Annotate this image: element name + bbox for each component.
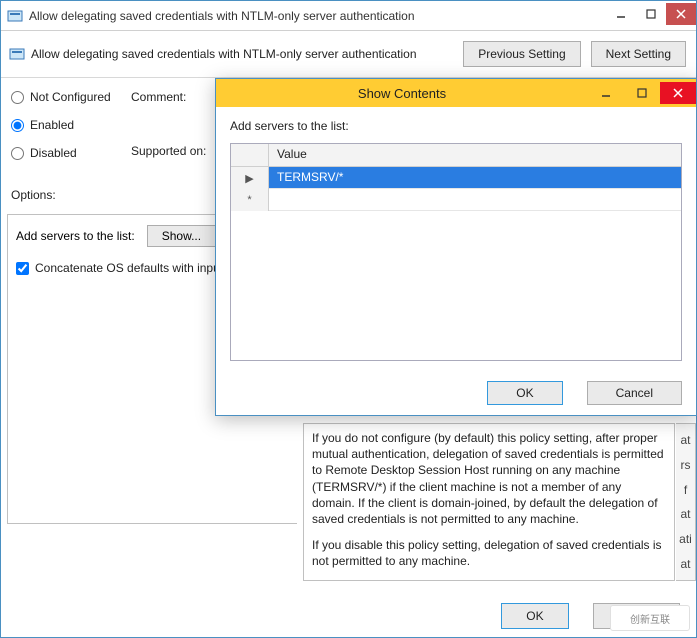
modal-cancel-button[interactable]: Cancel	[587, 381, 682, 405]
header-row: Allow delegating saved credentials with …	[1, 31, 696, 73]
clipped-text-strip: at rs f at ati at	[676, 423, 696, 581]
dialog-button-row: OK Cancel	[491, 603, 680, 629]
previous-setting-button[interactable]: Previous Setting	[463, 41, 580, 67]
modal-titlebar: Show Contents	[216, 79, 696, 107]
supported-on-label: Supported on:	[131, 144, 206, 158]
cancel-button[interactable]: Cancel	[593, 603, 680, 629]
modal-instruction: Add servers to the list:	[230, 119, 682, 133]
grid-header-row: Value	[231, 144, 681, 167]
radio-disabled[interactable]: Disabled	[11, 146, 131, 160]
policy-icon	[9, 46, 25, 62]
radio-not-configured-label: Not Configured	[30, 90, 111, 104]
main-titlebar: Allow delegating saved credentials with …	[1, 1, 696, 31]
row-marker-icon: ▶	[231, 167, 269, 189]
server-list-grid[interactable]: Value ▶ TERMSRV/* *	[230, 143, 682, 361]
maximize-button[interactable]	[636, 3, 666, 25]
radio-enabled[interactable]: Enabled	[11, 118, 131, 132]
radio-not-configured-input[interactable]	[11, 91, 24, 104]
modal-maximize-button[interactable]	[624, 82, 660, 104]
grid-cell-value[interactable]: TERMSRV/*	[269, 167, 681, 188]
modal-close-button[interactable]	[660, 82, 696, 104]
grid-cell-value[interactable]	[269, 189, 681, 210]
help-text-panel: If you do not configure (by default) thi…	[303, 423, 675, 581]
column-header-value: Value	[269, 144, 681, 166]
show-contents-dialog: Show Contents Add servers to the list: V…	[215, 78, 697, 416]
grid-empty-area	[231, 211, 681, 360]
policy-description: Allow delegating saved credentials with …	[31, 47, 453, 61]
modal-button-row: OK Cancel	[477, 381, 682, 405]
meta-labels: Comment: Supported on:	[131, 86, 206, 160]
next-setting-button[interactable]: Next Setting	[591, 41, 686, 67]
grid-row[interactable]: *	[231, 189, 681, 211]
radio-enabled-input[interactable]	[11, 119, 24, 132]
help-paragraph-1: If you do not configure (by default) thi…	[312, 430, 666, 527]
concat-defaults-label: Concatenate OS defaults with input	[35, 261, 223, 275]
comment-label: Comment:	[131, 90, 206, 104]
policy-icon	[7, 8, 23, 24]
close-button[interactable]	[666, 3, 696, 25]
modal-ok-button[interactable]: OK	[487, 381, 562, 405]
modal-minimize-button[interactable]	[588, 82, 624, 104]
ok-button[interactable]: OK	[501, 603, 568, 629]
concat-defaults-checkbox[interactable]	[16, 262, 29, 275]
row-marker-icon: *	[231, 189, 269, 211]
radio-enabled-label: Enabled	[30, 118, 74, 132]
radio-disabled-input[interactable]	[11, 147, 24, 160]
radio-disabled-label: Disabled	[30, 146, 77, 160]
minimize-button[interactable]	[606, 3, 636, 25]
help-paragraph-2: If you disable this policy setting, dele…	[312, 537, 666, 569]
grid-gutter-header	[231, 144, 269, 166]
modal-title: Show Contents	[216, 86, 588, 101]
state-radio-group: Not Configured Enabled Disabled	[11, 86, 131, 160]
show-button[interactable]: Show...	[147, 225, 216, 247]
grid-row[interactable]: ▶ TERMSRV/*	[231, 167, 681, 189]
window-title: Allow delegating saved credentials with …	[29, 9, 606, 23]
add-servers-label: Add servers to the list:	[16, 229, 135, 243]
radio-not-configured[interactable]: Not Configured	[11, 90, 131, 104]
